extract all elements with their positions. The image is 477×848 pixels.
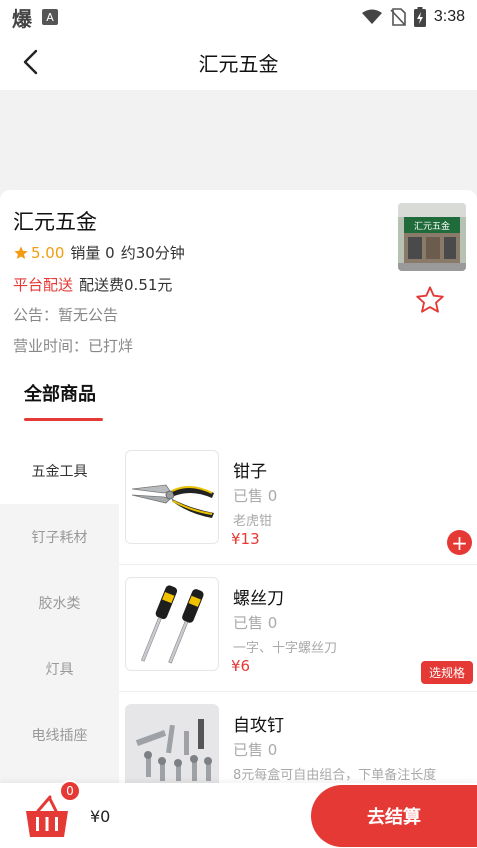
category-item-glue[interactable]: 胶水类	[0, 570, 119, 636]
product-price: ¥6	[231, 657, 251, 675]
product-image-screws[interactable]	[125, 704, 219, 783]
category-item-lighting[interactable]: 灯具	[0, 636, 119, 702]
app-notification-icon: 爆	[12, 6, 32, 31]
tab-all-products[interactable]: 全部商品	[24, 380, 96, 406]
star-filled-icon	[14, 245, 28, 259]
product-description: 一字、十字螺丝刀	[233, 641, 338, 656]
select-spec-button[interactable]: 选规格	[420, 661, 473, 684]
category-sidebar: 五金工具 钉子耗材 胶水类 灯具 电线插座	[0, 438, 119, 783]
product-sold-count: 已售 0	[233, 741, 278, 759]
delivery-info: 平台配送 配送费0.51元	[13, 274, 172, 295]
rating-value: 5.00	[31, 243, 65, 262]
product-list: 钳子 已售 0 老虎钳 ¥13 + 螺丝刀 已售 0 一字、十字螺丝刀 ¥6 选…	[119, 438, 477, 783]
product-sold-count: 已售 0	[233, 614, 278, 632]
store-notice: 公告：暂无公告	[13, 306, 119, 324]
chevron-left-icon	[23, 49, 38, 75]
store-meta: 5.00 销量 0 约30分钟	[13, 242, 185, 263]
delivery-eta: 约30分钟	[120, 244, 185, 262]
product-name: 螺丝刀	[233, 589, 284, 609]
sales-count: 销量 0	[70, 244, 115, 262]
category-item-nails[interactable]: 钉子耗材	[0, 504, 119, 570]
store-photo[interactable]: 汇元五金	[398, 203, 466, 271]
store-sign-text: 汇元五金	[414, 220, 450, 232]
tab-active-indicator	[24, 418, 103, 421]
product-name: 钳子	[233, 462, 267, 482]
product-image-pliers[interactable]	[125, 450, 219, 544]
product-description: 8元每盒可自由组合，下单备注长度	[233, 768, 437, 783]
store-info-card: 汇元五金 5.00 销量 0 约30分钟 平台配送 配送费0.51元 公告：暂无…	[0, 190, 477, 370]
a-notification-icon: A	[42, 9, 58, 25]
product-card-pliers[interactable]: 钳子 已售 0 老虎钳 ¥13 +	[119, 438, 477, 565]
wifi-icon	[361, 9, 382, 24]
back-button[interactable]	[14, 46, 46, 78]
cart-count-badge: 0	[59, 780, 81, 802]
product-description: 老虎钳	[233, 514, 273, 529]
status-bar: 爆 A 3:38	[0, 0, 477, 34]
favorite-button[interactable]	[414, 284, 446, 316]
product-card-screwdriver[interactable]: 螺丝刀 已售 0 一字、十字螺丝刀 ¥6 选规格	[119, 565, 477, 692]
no-sim-icon	[390, 8, 406, 26]
star-outline-icon	[416, 286, 444, 313]
checkout-button[interactable]: 去结算	[311, 785, 477, 847]
top-nav: 汇元五金	[0, 34, 477, 90]
clock-time: 3:38	[433, 8, 465, 25]
add-to-cart-button[interactable]: +	[447, 530, 472, 555]
cart-total: ¥0	[90, 807, 111, 826]
product-price: ¥13	[231, 530, 260, 548]
page-title: 汇元五金	[198, 51, 279, 76]
category-item-hardware-tools[interactable]: 五金工具	[0, 438, 119, 504]
product-card-self-tapping-screws[interactable]: 自攻钉 已售 0 8元每盒可自由组合，下单备注长度	[119, 692, 477, 783]
store-banner	[0, 90, 477, 200]
store-hours: 营业时间：已打烊	[13, 337, 134, 355]
store-rating: 5.00	[13, 244, 64, 262]
battery-charging-icon	[413, 7, 426, 27]
platform-delivery-label: 平台配送	[13, 276, 74, 294]
product-image-screwdriver[interactable]	[125, 577, 219, 671]
store-name: 汇元五金	[13, 210, 97, 234]
product-sold-count: 已售 0	[233, 487, 278, 505]
category-item-wires-sockets[interactable]: 电线插座	[0, 702, 119, 768]
product-name: 自攻钉	[233, 716, 284, 736]
delivery-fee: 配送费0.51元	[79, 276, 173, 294]
